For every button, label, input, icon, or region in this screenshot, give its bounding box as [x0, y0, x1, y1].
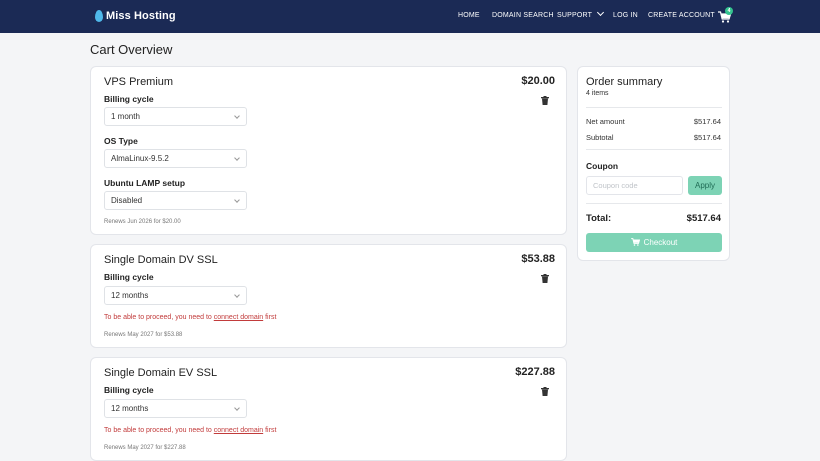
chevron-down-icon — [597, 8, 605, 17]
item-title: Single Domain EV SSL — [104, 367, 218, 379]
cart-item-card: VPS Premium $20.00 Billing cycle 1 month… — [90, 66, 567, 235]
chevron-down-icon — [234, 405, 240, 411]
item-price: $53.88 — [521, 253, 555, 265]
checkout-label: Checkout — [643, 238, 678, 247]
trash-icon — [541, 387, 549, 396]
brand-logo[interactable]: Miss Hosting — [95, 9, 176, 23]
nav-domain-search[interactable]: DOMAIN SEARCH — [492, 12, 554, 19]
item-title: Single Domain DV SSL — [104, 254, 218, 266]
item-title: VPS Premium — [104, 76, 174, 88]
remove-item-button[interactable] — [535, 91, 555, 111]
coupon-input[interactable] — [586, 176, 683, 195]
nav-support[interactable]: SUPPORT — [557, 8, 605, 19]
net-amount-label: Net amount — [586, 117, 625, 126]
renewal-note: Renews Jun 2026 for $20.00 — [104, 219, 181, 225]
select-value: 1 month — [111, 112, 140, 121]
nav-login[interactable]: LOG IN — [613, 12, 638, 19]
trash-icon — [541, 96, 549, 105]
connect-domain-warning: To be able to proceed, you need to conne… — [104, 427, 276, 434]
renewal-note: Renews May 2027 for $53.88 — [104, 332, 183, 338]
field-label: Billing cycle — [104, 272, 154, 282]
divider — [586, 203, 722, 204]
item-price: $227.88 — [515, 366, 555, 378]
cart-icon — [630, 238, 640, 246]
coupon-label: Coupon — [586, 161, 619, 171]
trash-icon — [541, 274, 549, 283]
select-value: AlmaLinux-9.5.2 — [111, 154, 169, 163]
divider — [586, 107, 722, 108]
apply-coupon-button[interactable]: Apply — [688, 176, 722, 195]
chevron-down-icon — [234, 113, 240, 119]
warning-text: first — [263, 314, 277, 321]
item-price: $20.00 — [521, 75, 555, 87]
nav-create-account[interactable]: CREATE ACCOUNT — [648, 12, 715, 19]
billing-cycle-select[interactable]: 1 month — [104, 107, 247, 126]
total-label: Total: — [586, 213, 612, 224]
renewal-note: Renews May 2027 for $227.88 — [104, 445, 186, 451]
field-label: Billing cycle — [104, 385, 154, 395]
chevron-down-icon — [234, 155, 240, 161]
top-navbar: Miss Hosting HOME DOMAIN SEARCH SUPPORT … — [0, 0, 820, 33]
connect-domain-warning: To be able to proceed, you need to conne… — [104, 314, 276, 321]
total-value: $517.64 — [686, 213, 721, 224]
select-value: Disabled — [111, 196, 143, 205]
page-title: Cart Overview — [90, 42, 173, 57]
warning-text: To be able to proceed, you need to — [104, 427, 214, 434]
chevron-down-icon — [234, 292, 240, 298]
brand-name: Miss Hosting — [106, 10, 176, 22]
lamp-setup-select[interactable]: Disabled — [104, 191, 247, 210]
connect-domain-link[interactable]: connect domain — [214, 314, 263, 321]
droplet-icon — [95, 10, 103, 22]
cart-item-card: Single Domain DV SSL $53.88 Billing cycl… — [90, 244, 567, 348]
order-summary-card: Order summary 4 items Net amount $517.64… — [577, 66, 730, 261]
nav-support-label: SUPPORT — [557, 12, 593, 19]
field-label: Billing cycle — [104, 94, 154, 104]
chevron-down-icon — [234, 197, 240, 203]
divider — [586, 149, 722, 150]
subtotal-label: Subtotal — [586, 133, 614, 142]
field-label: Ubuntu LAMP setup — [104, 178, 186, 188]
subtotal-value: $517.64 — [693, 133, 721, 142]
cart-count-badge: 4 — [725, 7, 733, 15]
nav-home[interactable]: HOME — [458, 12, 480, 19]
billing-cycle-select[interactable]: 12 months — [104, 286, 247, 305]
warning-text: first — [263, 427, 277, 434]
select-value: 12 months — [111, 404, 149, 413]
os-type-select[interactable]: AlmaLinux-9.5.2 — [104, 149, 247, 168]
summary-title: Order summary — [586, 76, 663, 88]
remove-item-button[interactable] — [535, 269, 555, 289]
select-value: 12 months — [111, 291, 149, 300]
warning-text: To be able to proceed, you need to — [104, 314, 214, 321]
checkout-button[interactable]: Checkout — [586, 233, 722, 252]
connect-domain-link[interactable]: connect domain — [214, 427, 263, 434]
item-count: 4 items — [586, 90, 609, 97]
billing-cycle-select[interactable]: 12 months — [104, 399, 247, 418]
remove-item-button[interactable] — [535, 382, 555, 402]
cart-item-card: Single Domain EV SSL $227.88 Billing cyc… — [90, 357, 567, 461]
net-amount-value: $517.64 — [693, 117, 721, 126]
field-label: OS Type — [104, 136, 138, 146]
